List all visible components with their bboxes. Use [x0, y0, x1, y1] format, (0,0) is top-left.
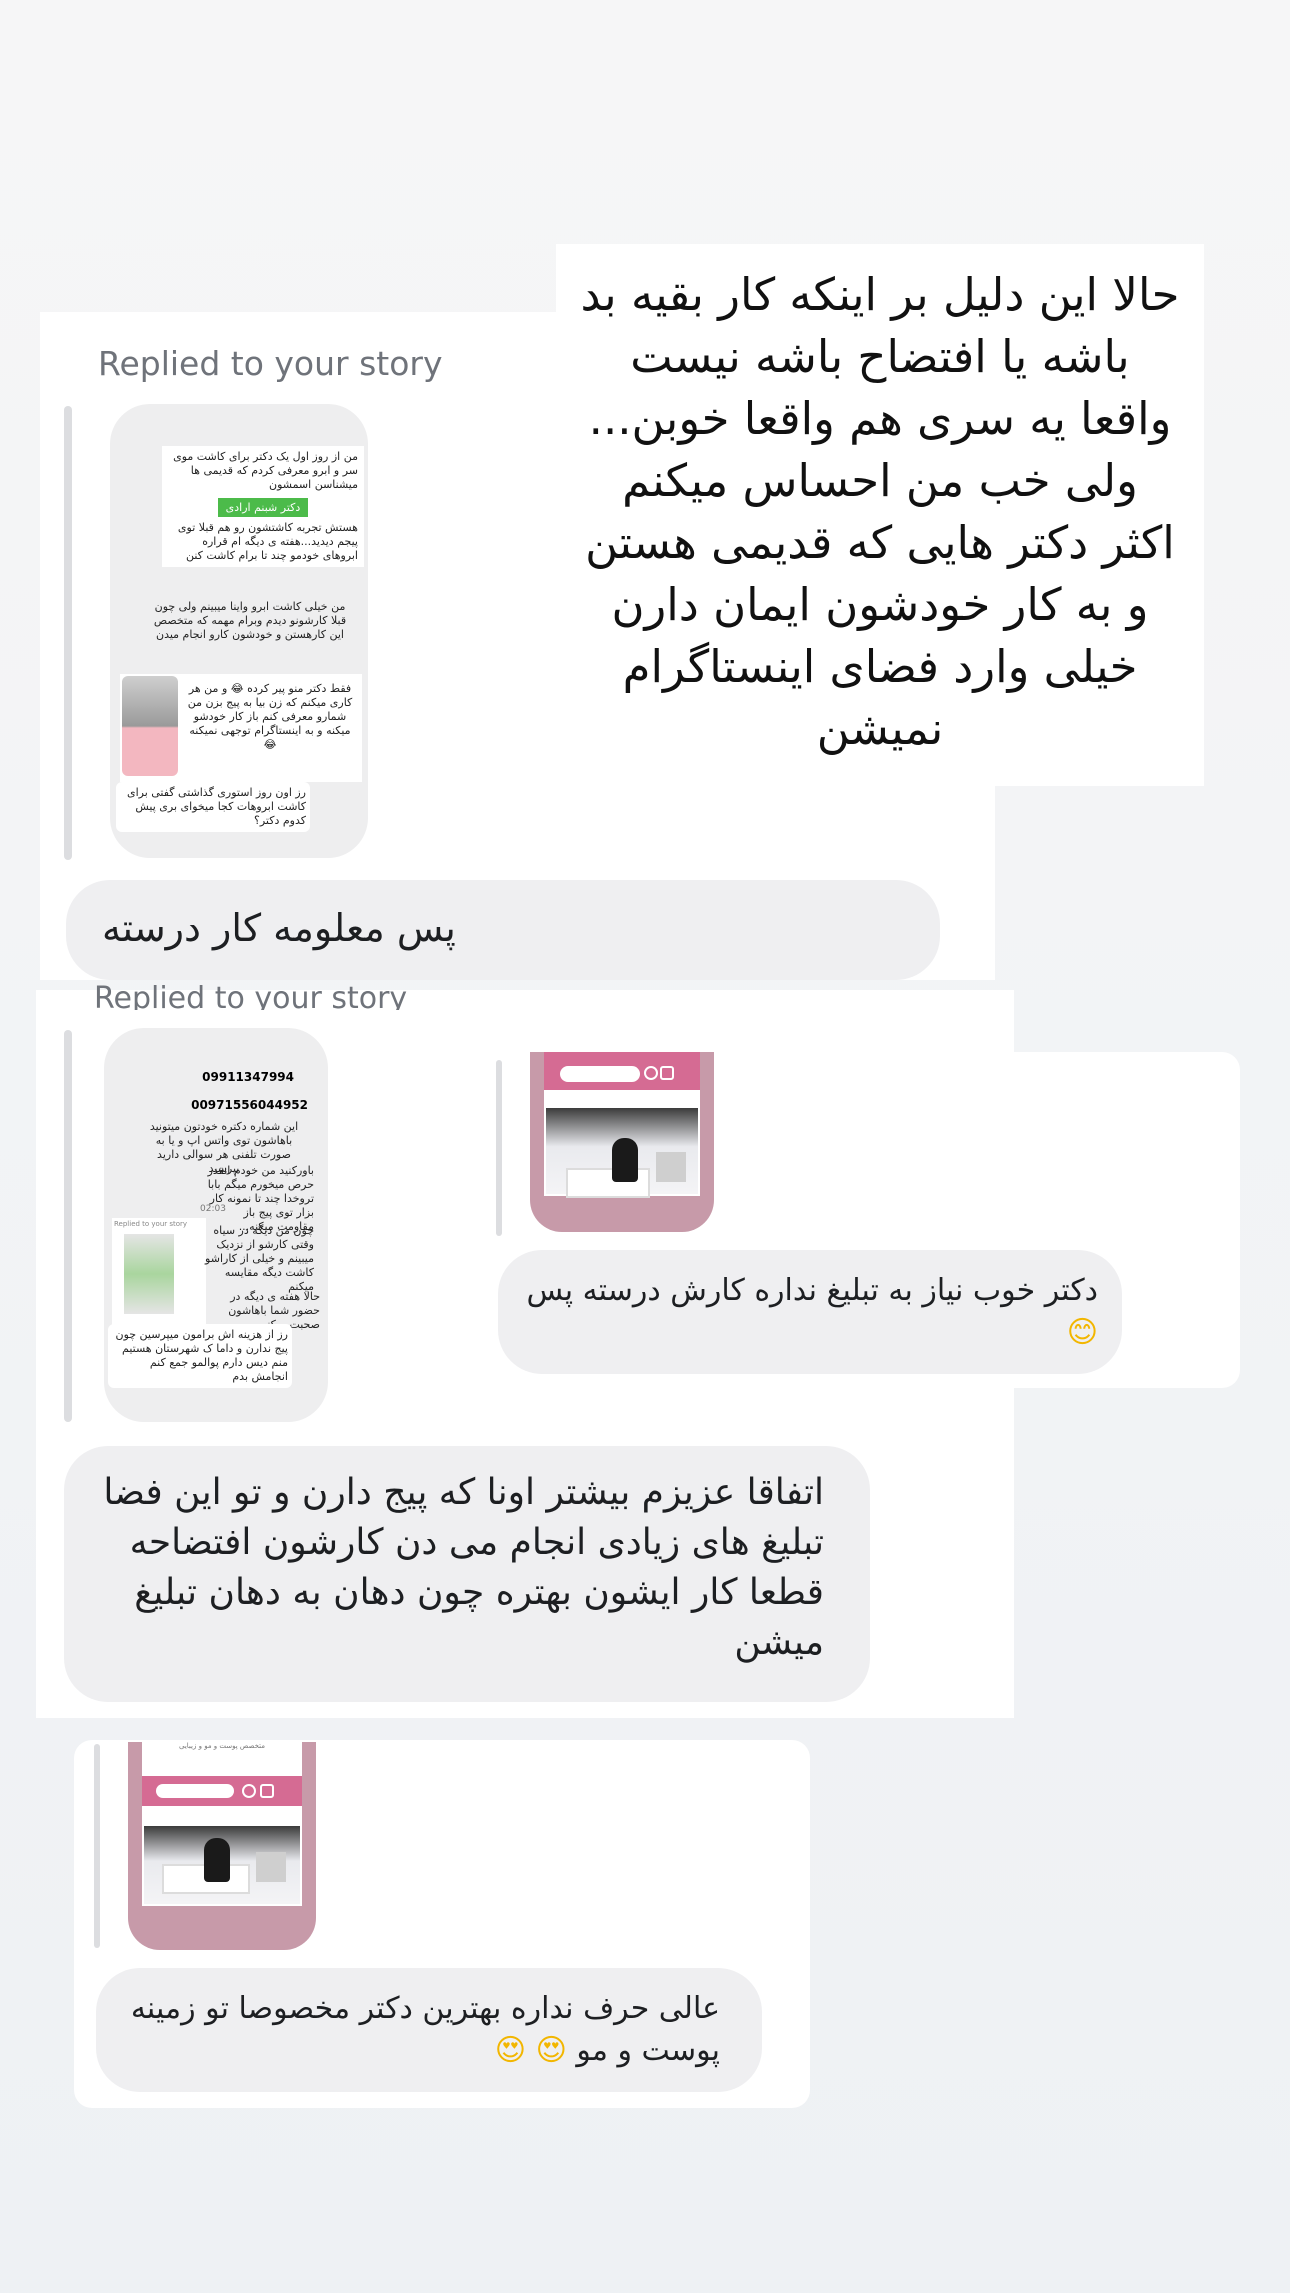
- message-text: دکتر خوب نیاز به تبلیغ نداره کارش درسته …: [524, 1270, 1098, 1354]
- story-image-block: فقط دکتر منو پیر کرده 😂 و من هر کاری میک…: [120, 674, 362, 782]
- whatsapp-icon: [644, 1066, 658, 1080]
- message-bubble-3: دکتر خوب نیاز به تبلیغ نداره کارش درسته …: [498, 1250, 1122, 1374]
- post-photo: [144, 1826, 300, 1904]
- story-line: هستش تجربه کاشتشون رو هم قبلا توی پیجم د…: [177, 521, 358, 562]
- reply-bar-3: [496, 1060, 502, 1236]
- message-text: پس معلومه کار درسته: [102, 906, 456, 950]
- story-thumbnail-1[interactable]: من از روز اول یک دکتر برای کاشت موی سر و…: [110, 404, 368, 858]
- post-search-field: [560, 1066, 640, 1082]
- story-question: رز اون روز استوری گذاشتی گفتی برای کاشت …: [116, 782, 310, 832]
- heart-eyes-emoji: 😍 😍: [494, 2033, 567, 2068]
- message-bubble-1: پس معلومه کار درسته: [66, 880, 940, 980]
- instagram-icon: [660, 1066, 674, 1080]
- message-bubble-2: اتفاقا عزیزم بیشتر اونا که پیج دارن و تو…: [64, 1446, 870, 1702]
- chair: [656, 1152, 686, 1182]
- overlay-text: حالا این دلیل بر اینکه کار بقیه بد باشه …: [580, 268, 1180, 755]
- message-text-body: عالی حرف نداره بهترین دکتر مخصوصا تو زمی…: [130, 1991, 720, 2068]
- instagram-icon: [260, 1784, 274, 1798]
- chair: [256, 1852, 286, 1882]
- reply-bar-2: [64, 1030, 72, 1422]
- post-frame: متخصص پوست و مو و زیبایی: [142, 1742, 302, 1906]
- replied-label-2: Replied to your story: [94, 981, 408, 1010]
- mini-image: [124, 1234, 174, 1314]
- person: [204, 1838, 230, 1882]
- post-header-band: [142, 1776, 302, 1806]
- reply-bar-4: [94, 1744, 100, 1948]
- whatsapp-icon: [242, 1784, 256, 1798]
- message-text-body: دکتر خوب نیاز به تبلیغ نداره کارش درسته …: [526, 1273, 1098, 1308]
- green-tag: دکتر شبنم ارادی: [218, 498, 308, 517]
- story-line: من خیلی کاشت ابرو واینا میبینم ولی چون ق…: [153, 600, 347, 641]
- smile-emoji: 😊: [1066, 1315, 1098, 1350]
- message-bubble-4: عالی حرف نداره بهترین دکتر مخصوصا تو زمی…: [96, 1968, 762, 2092]
- reply-bar-1: [64, 406, 72, 860]
- replied-label-1: Replied to your story: [98, 344, 443, 383]
- person: [612, 1138, 638, 1182]
- story-line: من از روز اول یک دکتر برای کاشت موی سر و…: [173, 450, 358, 491]
- post-header-band: [544, 1052, 700, 1090]
- post-photo: [546, 1108, 698, 1198]
- story-question: رز از هزینه اش برامون میپرسین چون پیج ند…: [108, 1324, 292, 1388]
- post-caption: متخصص پوست و مو و زیبایی: [179, 1742, 265, 1750]
- story-time: 02:03: [200, 1204, 226, 1214]
- message-text: عالی حرف نداره بهترین دکتر مخصوصا تو زمی…: [120, 1988, 720, 2072]
- phone-number: 09911347994: [202, 1070, 294, 1084]
- post-preview-1[interactable]: [530, 1052, 714, 1232]
- story-line: فقط دکتر منو پیر کرده 😂 و من هر کاری میک…: [187, 682, 353, 751]
- overlay-text-panel: حالا این دلیل بر اینکه کار بقیه بد باشه …: [556, 244, 1204, 786]
- story-line: چون من دیگه در سیاه وقتی کارشو از نزدیک …: [205, 1224, 314, 1293]
- mini-replied-label: Replied to your story: [114, 1220, 188, 1228]
- post-frame: [544, 1052, 700, 1198]
- post-preview-2[interactable]: متخصص پوست و مو و زیبایی: [128, 1742, 316, 1950]
- story-text-block: من از روز اول یک دکتر برای کاشت موی سر و…: [162, 446, 364, 567]
- story-thumbnail-2[interactable]: 09911347994 00971556044952 این شماره دکت…: [104, 1028, 328, 1422]
- message-text: اتفاقا عزیزم بیشتر اونا که پیج دارن و تو…: [103, 1472, 824, 1663]
- phone-number: 00971556044952: [191, 1098, 308, 1112]
- post-search-field: [156, 1784, 234, 1798]
- avatar: [122, 676, 178, 776]
